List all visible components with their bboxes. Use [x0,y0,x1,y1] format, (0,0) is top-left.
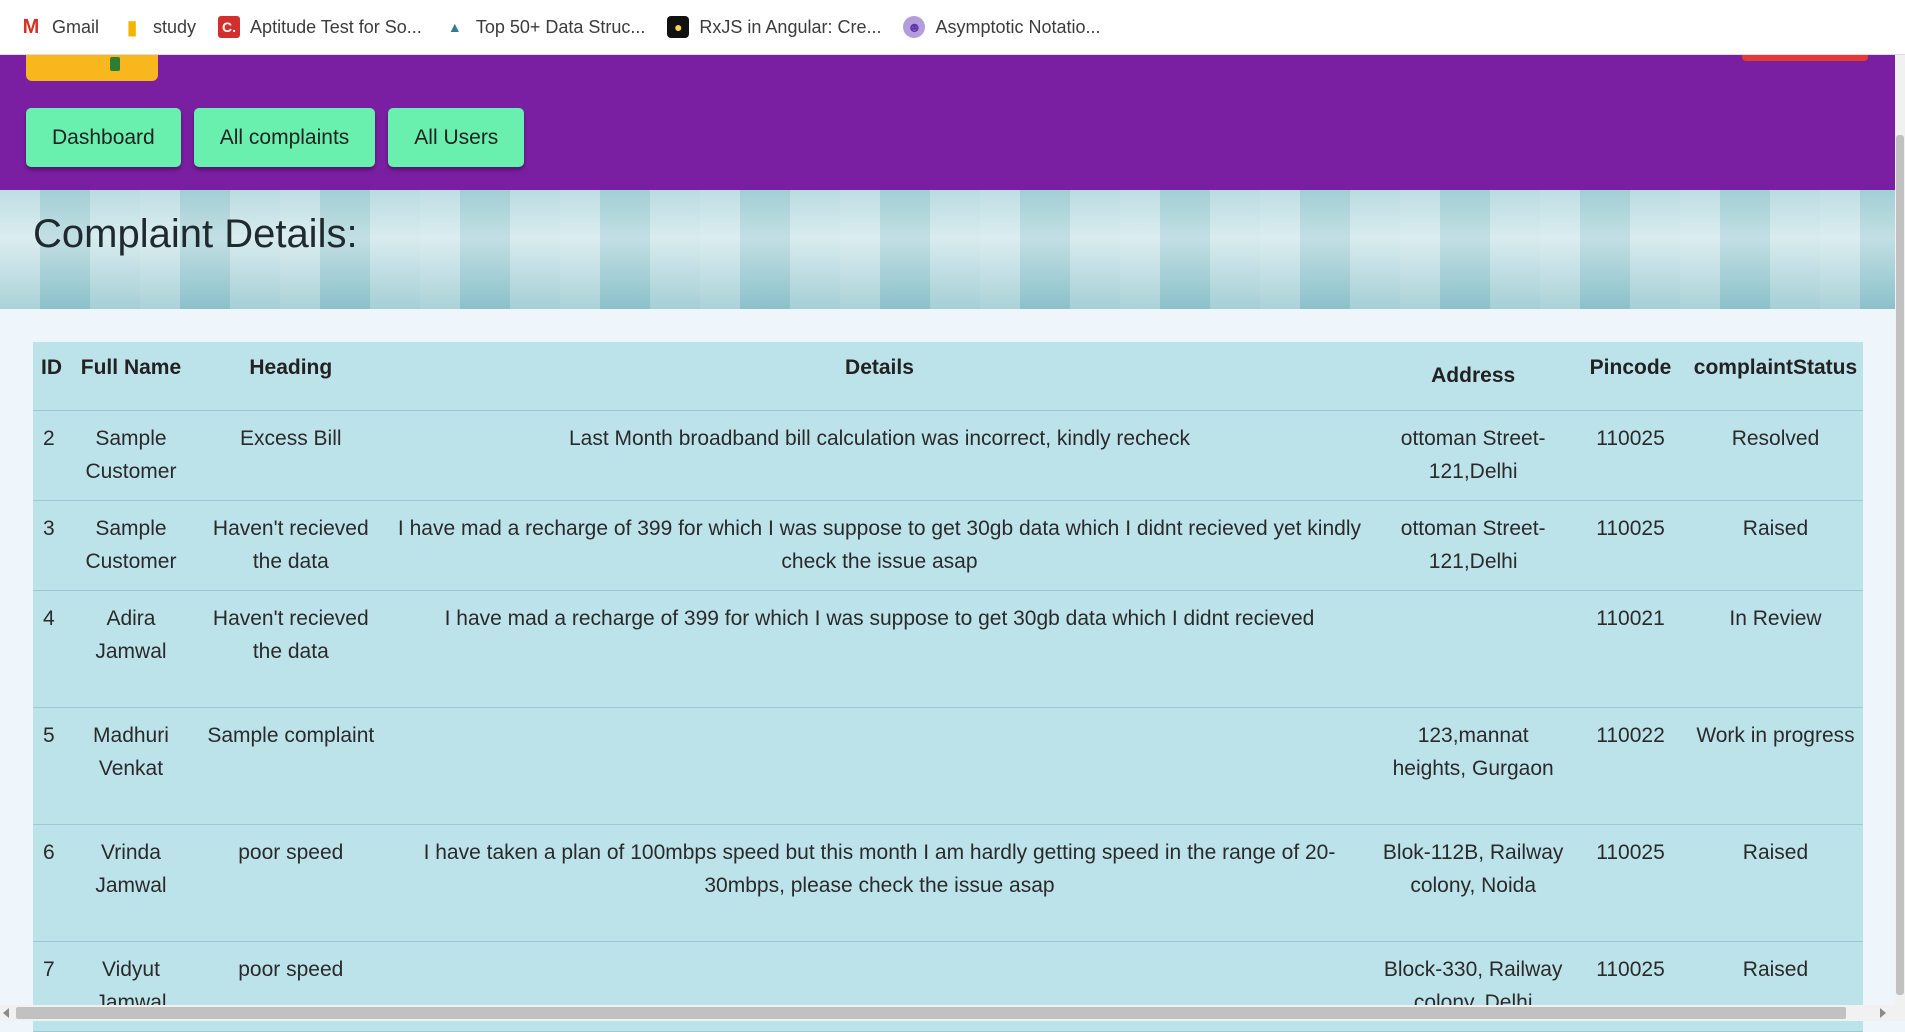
bookmark-study[interactable]: ▮ study [121,9,197,45]
cell-status: In Review [1687,590,1863,708]
cell-details: I have mad a recharge of 399 for which I… [385,590,1374,708]
cell-status: Raised [1687,824,1863,942]
scroll-right-arrow-icon[interactable] [1880,1008,1886,1018]
cell-full-name: Vrinda Jamwal [66,824,196,942]
cell-address: Blok-112B, Railway colony, Noida [1373,824,1574,942]
cell-full-name: Madhuri Venkat [66,707,196,825]
bookmark-aptitude[interactable]: C. Aptitude Test for So... [218,9,422,45]
horizontal-scrollbar[interactable] [0,1005,1905,1021]
all-complaints-button[interactable]: All complaints [193,108,376,167]
complaints-table: ID Full Name Heading Details Address Pin… [33,342,1863,1032]
cell-full-name: Sample Customer [66,500,196,591]
main-nav: Dashboard All complaints All Users [26,108,525,167]
cell-heading: Haven't recieved the data [195,590,386,708]
gmail-icon: M [22,15,40,38]
cell-status: Work in progress [1687,707,1863,825]
bookmark-data-structures[interactable]: ▲ Top 50+ Data Struc... [444,9,646,45]
c-logo-icon: C. [218,16,241,38]
table-row[interactable]: 3 Sample Customer Haven't recieved the d… [33,500,1863,591]
cell-heading: poor speed [195,824,386,942]
bookmark-label: Aptitude Test for So... [250,16,422,37]
bookmark-label: Asymptotic Notatio... [935,16,1101,37]
cell-status: Raised [1687,500,1863,591]
cell-address: ottoman Street-121,Delhi [1373,500,1574,591]
column-header-details: Details [385,342,1374,411]
cell-full-name: Sample Customer [66,410,196,501]
page-title: Complaint Details: [33,212,358,256]
cell-id: 3 [33,500,66,591]
cell-status: Resolved [1687,410,1863,501]
bookmark-asymptotic[interactable]: ☻ Asymptotic Notatio... [903,9,1101,45]
logout-button[interactable] [1742,55,1868,61]
table-row[interactable]: 5 Madhuri Venkat Sample complaint 123,ma… [33,707,1863,825]
cell-details [385,707,1374,825]
vertical-scrollbar-thumb[interactable] [1896,135,1904,995]
cell-id: 4 [33,590,66,708]
cell-pincode: 110022 [1573,707,1688,825]
cell-full-name: Adira Jamwal [66,590,196,708]
bookmark-gmail[interactable]: M Gmail [20,9,99,45]
all-users-button[interactable]: All Users [388,108,525,167]
cell-heading: Haven't recieved the data [195,500,386,591]
bookmark-label: Gmail [52,16,100,37]
cell-pincode: 110025 [1573,500,1688,591]
cell-address: 123,mannat heights, Gurgaon [1373,707,1574,825]
dashboard-button[interactable]: Dashboard [26,108,181,167]
column-header-full-name: Full Name [66,342,196,411]
scroll-left-arrow-icon[interactable] [3,1008,9,1018]
table-row[interactable]: 4 Adira Jamwal Haven't recieved the data… [33,590,1863,708]
title-banner: Complaint Details: [0,190,1895,309]
triangle-logo-icon: ▲ [447,19,462,35]
bulb-icon: ● [667,16,690,38]
bookmark-rxjs[interactable]: ● RxJS in Angular: Cre... [667,9,881,45]
column-header-heading: Heading [195,342,386,411]
avatar-icon: ☻ [903,16,926,38]
cell-address [1373,590,1574,708]
cell-address: ottoman Street-121,Delhi [1373,410,1574,501]
cell-details: I have taken a plan of 100mbps speed but… [385,824,1374,942]
bookmark-label: study [153,16,197,37]
cell-pincode: 110021 [1573,590,1688,708]
cell-pincode: 110025 [1573,410,1688,501]
app-logo[interactable] [26,55,158,81]
bar-chart-icon: ▮ [126,16,138,39]
cell-id: 5 [33,707,66,825]
horizontal-scrollbar-thumb[interactable] [16,1007,1846,1019]
bookmark-label: RxJS in Angular: Cre... [699,16,882,37]
complaints-table-container: ID Full Name Heading Details Address Pin… [33,342,1863,1032]
cell-details: I have mad a recharge of 399 for which I… [385,500,1374,591]
table-row[interactable]: 6 Vrinda Jamwal poor speed I have taken … [33,824,1863,942]
bookmark-label: Top 50+ Data Struc... [475,16,646,37]
cell-details: Last Month broadband bill calculation wa… [385,410,1374,501]
column-header-pincode: Pincode [1573,342,1688,411]
cell-id: 6 [33,824,66,942]
cell-pincode: 110025 [1573,824,1688,942]
app-header: Dashboard All complaints All Users [0,55,1895,190]
vertical-scrollbar[interactable] [1895,55,1905,1005]
column-header-address: Address [1373,342,1574,411]
logo-mark-icon [110,57,120,71]
column-header-id: ID [33,342,66,411]
cell-heading: Excess Bill [195,410,386,501]
cell-heading: Sample complaint [195,707,386,825]
bookmarks-bar: M Gmail ▮ study C. Aptitude Test for So.… [0,0,1905,55]
table-header-row: ID Full Name Heading Details Address Pin… [33,342,1863,411]
table-row[interactable]: 2 Sample Customer Excess Bill Last Month… [33,410,1863,501]
column-header-status: complaintStatus [1687,342,1863,411]
cell-id: 2 [33,410,66,501]
